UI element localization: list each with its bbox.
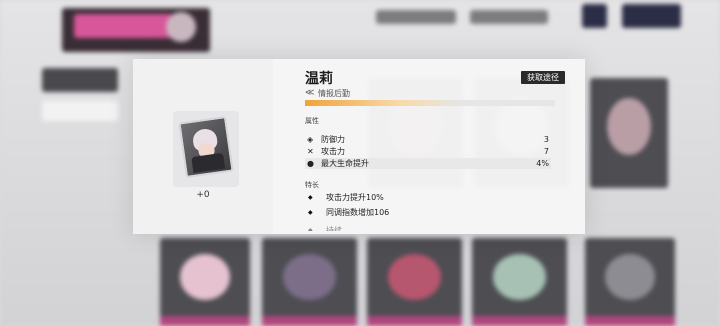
attribute-row: ● 最大生命提升 4%: [305, 158, 551, 169]
attribute-row: ✕ 攻击力 7: [305, 146, 551, 157]
currency-badge: [376, 10, 456, 24]
attributes-title: 属性: [305, 117, 319, 125]
diamond-bullet-icon: ◆: [308, 194, 313, 201]
side-tab: [42, 101, 118, 121]
event-logo: [62, 8, 210, 52]
currency-badge: [470, 10, 548, 24]
attribute-value: 4%: [536, 159, 549, 168]
role-icon: ≪: [305, 88, 315, 98]
specialty-item: ◆ 持续: [305, 225, 565, 231]
character-portrait: [178, 115, 234, 179]
specialties-title: 特长: [305, 181, 319, 189]
crossed-swords-icon: ✕: [307, 147, 314, 156]
bg-card: [160, 238, 250, 326]
specialty-item: ◆ 同调指数增加106: [305, 207, 565, 219]
side-tab: [42, 68, 118, 92]
drop-icon: ●: [307, 159, 314, 168]
bg-card: [585, 238, 675, 326]
bg-card: [472, 238, 567, 326]
portrait-pane: +0: [133, 59, 273, 234]
bg-card: [367, 238, 462, 326]
specialty-label: 持续: [326, 226, 342, 231]
character-name: 温莉: [305, 71, 333, 87]
shield-icon: ◈: [307, 135, 314, 144]
attribute-label: 最大生命提升: [321, 159, 369, 168]
role-label: 情报后勤: [318, 89, 350, 98]
attribute-label: 攻击力: [321, 147, 345, 156]
attribute-value: 7: [543, 147, 549, 156]
portrait-frame: [173, 111, 239, 187]
specialty-label: 同调指数增加106: [326, 208, 390, 217]
menu-button: [622, 4, 681, 28]
specialty-label: 攻击力提升10%: [326, 193, 384, 202]
rank-bar: [305, 100, 555, 106]
diamond-bullet-icon: ◆: [308, 227, 313, 231]
attribute-label: 防御力: [321, 135, 345, 144]
attribute-row: ◈ 防御力 3: [305, 134, 551, 145]
detail-pane: 温莉 ≪ 情报后勤 获取途径 属性 ◈ 防御力 3 ✕ 攻击力 7 ● 最大生命…: [305, 59, 579, 234]
duplicate-count: +0: [196, 190, 210, 200]
attribute-value: 3: [543, 135, 549, 144]
specialty-item: ◆ 攻击力提升10%: [305, 192, 565, 204]
bg-card: [262, 238, 357, 326]
bg-card: [590, 78, 668, 188]
character-detail-popup: +0 温莉 ≪ 情报后勤 获取途径 属性 ◈ 防御力 3 ✕ 攻击力 7 ● 最…: [133, 59, 585, 234]
diamond-bullet-icon: ◆: [308, 209, 313, 216]
obtain-method-button[interactable]: 获取途径: [521, 71, 565, 84]
rank-bar-fill: [305, 100, 460, 106]
menu-button: [582, 4, 607, 28]
